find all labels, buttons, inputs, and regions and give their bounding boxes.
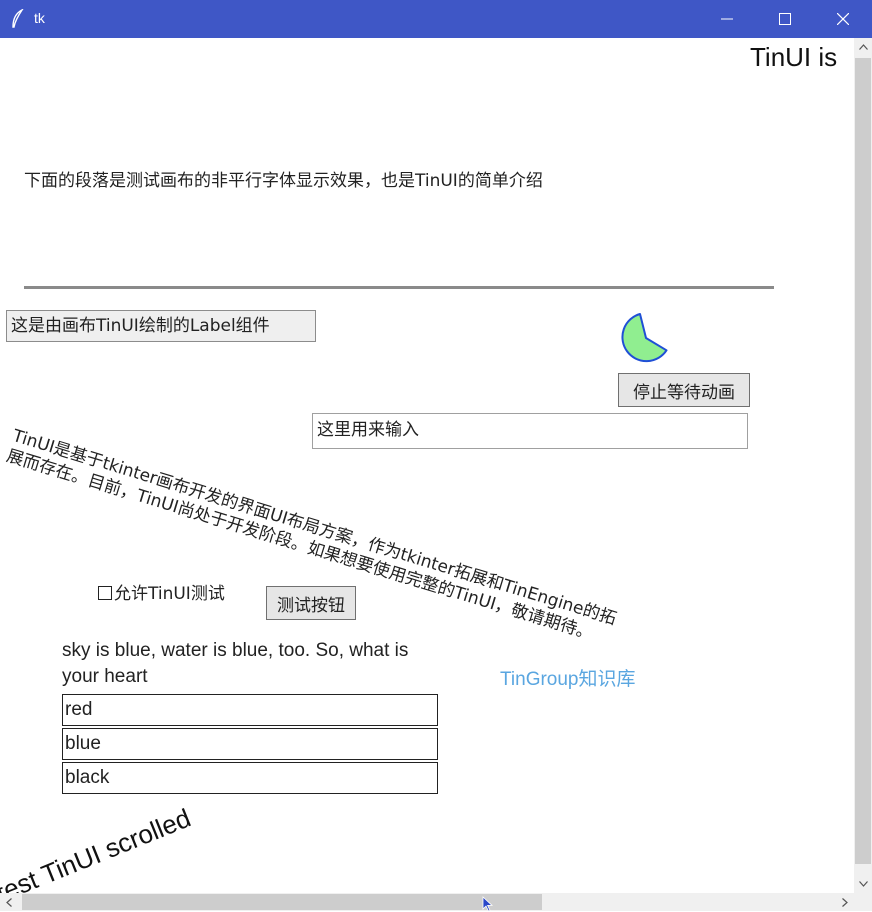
waiting-pie-animation — [621, 313, 668, 363]
scrolled-text: test TinUI scrolled — [0, 802, 195, 893]
window-title: tk — [34, 10, 45, 26]
minimize-icon — [721, 18, 733, 20]
checkbox-square[interactable] — [98, 586, 112, 600]
scroll-right-button[interactable] — [836, 893, 854, 911]
horizontal-scroll-thumb[interactable] — [22, 894, 542, 910]
tinui-canvas: TinUI is 下面的段落是测试画布的非平行字体显示效果，也是TinUI的简单… — [0, 38, 854, 893]
scroll-down-button[interactable] — [854, 875, 872, 893]
stop-animation-button[interactable]: 停止等待动画 — [618, 373, 750, 407]
chevron-right-icon — [842, 897, 848, 907]
vertical-scroll-thumb[interactable] — [855, 58, 871, 864]
scrollbar-corner — [854, 893, 872, 911]
paragraph-title: 下面的段落是测试画布的非平行字体显示效果，也是TinUI的简单介绍 — [24, 171, 543, 191]
checkbox-label: 允许TinUI测试 — [114, 584, 225, 604]
minimize-button[interactable] — [698, 0, 756, 38]
scroll-left-button[interactable] — [0, 893, 18, 911]
tingroup-link[interactable]: TinGroup知识库 — [500, 664, 636, 691]
question-text: sky is blue, water is blue, too. So, wha… — [62, 640, 409, 687]
chevron-down-icon — [858, 881, 868, 887]
text-entry[interactable]: 这里用来输入 — [312, 413, 748, 449]
close-button[interactable] — [814, 0, 872, 38]
test-button[interactable]: 测试按钮 — [266, 586, 356, 620]
title-bar: tk — [0, 0, 872, 38]
label-widget: 这是由画布TinUI绘制的Label组件 — [6, 310, 316, 342]
mouse-cursor-icon — [482, 896, 494, 912]
feather-icon — [12, 9, 24, 28]
close-icon — [837, 13, 849, 25]
separator-line — [24, 286, 774, 289]
maximize-icon — [779, 13, 791, 25]
maximize-button[interactable] — [756, 0, 814, 38]
option-black[interactable]: black — [62, 762, 438, 794]
vertical-scrollbar[interactable] — [854, 38, 872, 893]
chevron-left-icon — [6, 897, 12, 907]
horizontal-scrollbar[interactable] — [0, 893, 854, 911]
option-red[interactable]: red — [62, 694, 438, 726]
chevron-up-icon — [858, 44, 868, 50]
scroll-up-button[interactable] — [854, 38, 872, 56]
allow-test-checkbox[interactable]: 允许TinUI测试 — [98, 579, 225, 604]
option-blue[interactable]: blue — [62, 728, 438, 760]
header-text: TinUI is — [750, 42, 838, 72]
